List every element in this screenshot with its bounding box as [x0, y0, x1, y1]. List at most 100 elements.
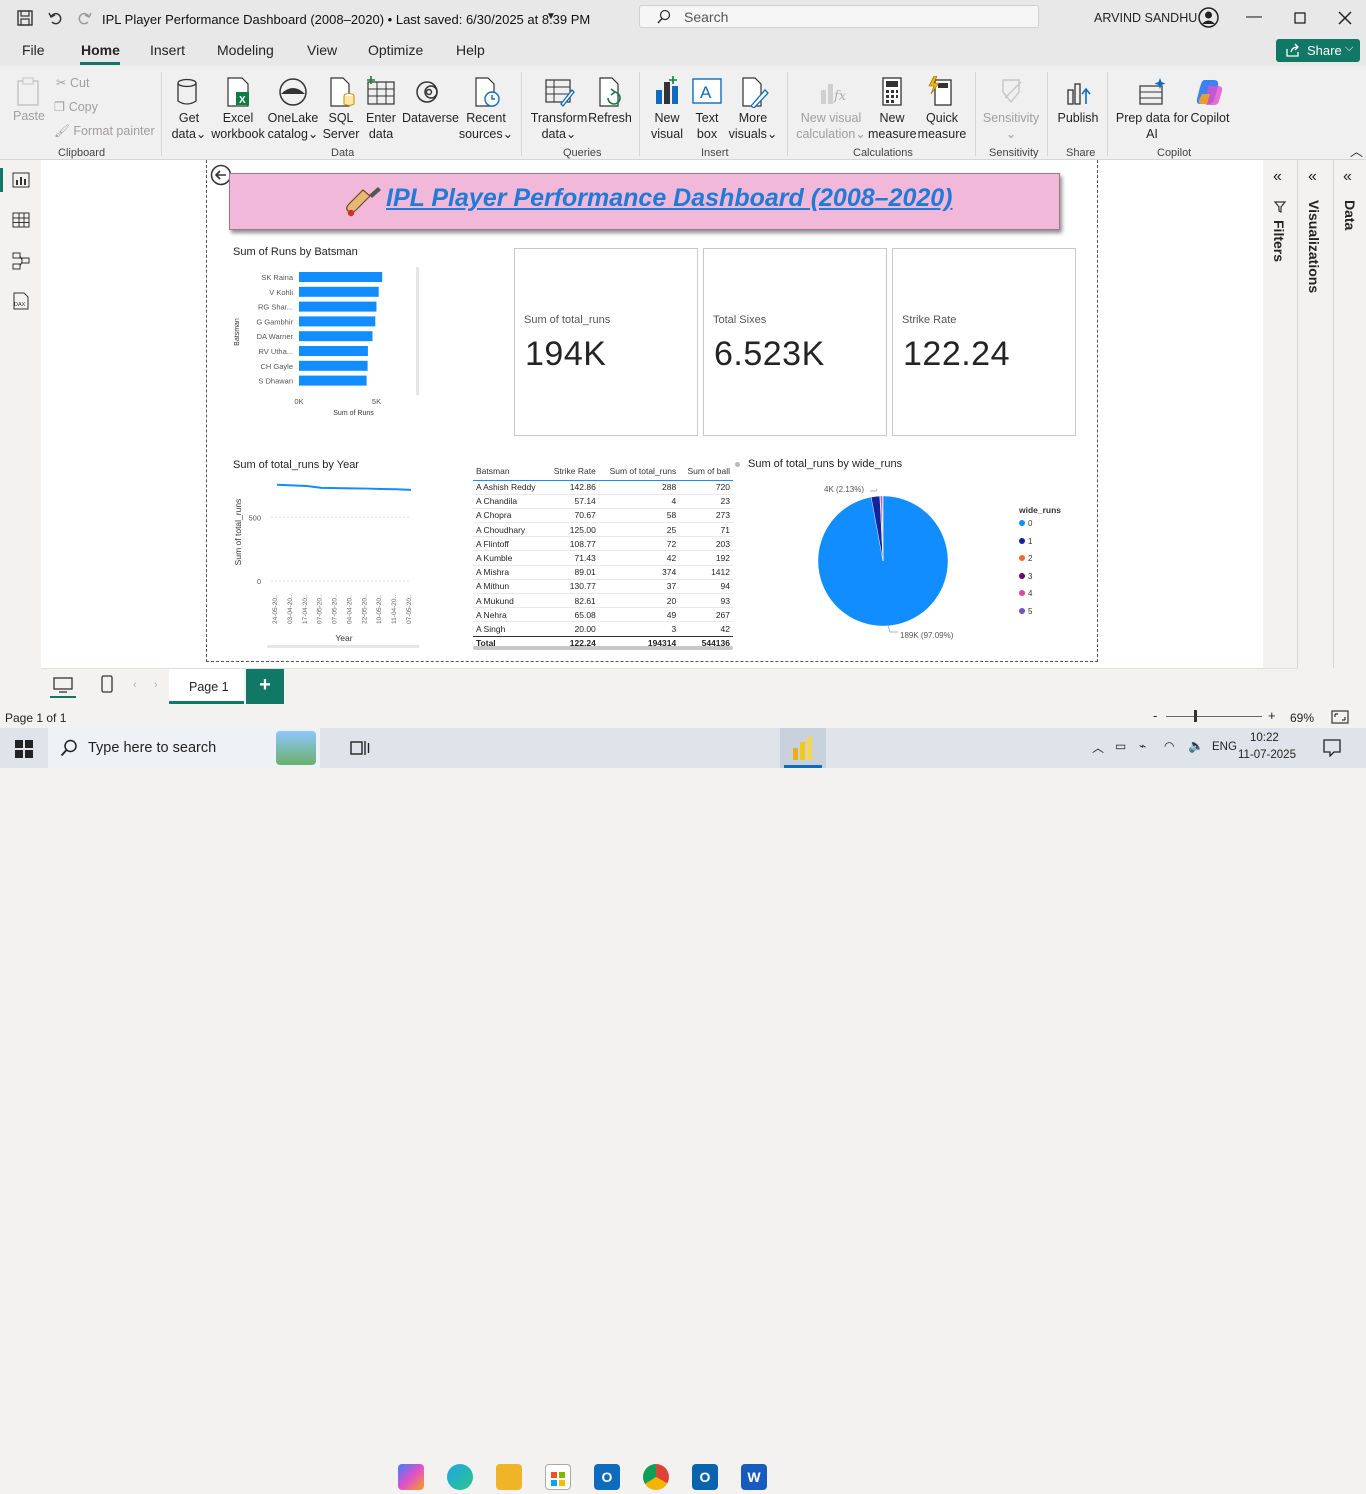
- battery-icon[interactable]: ⌁: [1139, 739, 1146, 753]
- word-icon[interactable]: W: [741, 1464, 767, 1490]
- title-dropdown-icon[interactable]: ▼: [546, 11, 556, 22]
- show-hidden-icons[interactable]: ︿: [1092, 739, 1104, 756]
- avatar[interactable]: [1198, 7, 1219, 28]
- legend-item[interactable]: 5: [1019, 607, 1061, 625]
- desktop-layout-icon[interactable]: [53, 677, 73, 693]
- cut-button[interactable]: ✂ Cut: [56, 75, 89, 91]
- paste-button[interactable]: Paste: [12, 76, 46, 124]
- format-painter-button[interactable]: 🖌 Format painter: [54, 123, 155, 139]
- table-view-icon[interactable]: [12, 212, 30, 228]
- bar[interactable]: [299, 375, 367, 386]
- copilot-taskbar-icon[interactable]: [398, 1464, 424, 1490]
- expand-data-icon[interactable]: «: [1343, 168, 1352, 186]
- dax-query-view-icon[interactable]: DAX: [12, 292, 30, 310]
- clock-time[interactable]: 10:22: [1250, 732, 1279, 744]
- menu-insert[interactable]: Insert: [150, 42, 185, 58]
- legend-item[interactable]: 3: [1019, 572, 1061, 590]
- new-visual-calculation-button[interactable]: fx New visual calculation⌄: [796, 76, 866, 142]
- next-page-icon[interactable]: ›: [154, 679, 158, 691]
- zoom-slider[interactable]: [1166, 716, 1262, 717]
- menu-modeling[interactable]: Modeling: [217, 42, 274, 58]
- meet-now-icon[interactable]: ▭: [1115, 739, 1126, 753]
- visualizations-pane-tab[interactable]: Visualizations: [1306, 200, 1322, 293]
- outlook-new-icon[interactable]: O: [594, 1464, 620, 1490]
- edge-icon[interactable]: [447, 1464, 473, 1490]
- wifi-icon[interactable]: ◠: [1164, 739, 1174, 753]
- bar-chart-scrollbar[interactable]: [416, 267, 419, 395]
- table-header[interactable]: Sum of total_runs: [598, 462, 680, 481]
- bar[interactable]: [299, 272, 383, 282]
- search-box[interactable]: Search: [639, 5, 1039, 28]
- model-view-icon[interactable]: [12, 252, 30, 270]
- zoom-level[interactable]: 69%: [1290, 711, 1314, 725]
- menu-help[interactable]: Help: [456, 42, 485, 58]
- pie-chart[interactable]: [800, 478, 970, 644]
- table-row[interactable]: A Chopra 70.67 58 273: [473, 507, 733, 523]
- kpi-card-total-runs[interactable]: Sum of total_runs 194K: [514, 248, 698, 436]
- table-row[interactable]: A Singh 20.00 3 42: [473, 621, 733, 637]
- table-scrollbar[interactable]: [473, 646, 733, 650]
- bar[interactable]: [299, 286, 379, 297]
- table-row[interactable]: A Flintoff 108.77 72 203: [473, 536, 733, 551]
- zoom-slider-thumb[interactable]: [1194, 710, 1197, 722]
- new-measure-button[interactable]: New measure: [868, 76, 917, 142]
- excel-workbook-button[interactable]: X Excel workbook: [210, 76, 266, 142]
- fit-to-page-icon[interactable]: [1331, 710, 1349, 724]
- table-row[interactable]: A Mishra 89.01 374 1412: [473, 564, 733, 580]
- kpi-card-total-sixes[interactable]: Total Sixes 6.523K: [703, 248, 887, 436]
- legend-item[interactable]: 1: [1019, 537, 1061, 555]
- table-header[interactable]: Batsman: [473, 462, 546, 481]
- close-icon[interactable]: [1338, 11, 1352, 25]
- filters-pane-tab[interactable]: Filters: [1271, 220, 1287, 262]
- notifications-icon[interactable]: [1323, 739, 1341, 757]
- more-visuals-button[interactable]: More visuals⌄: [728, 76, 778, 142]
- expand-visualizations-icon[interactable]: «: [1308, 168, 1317, 186]
- bar[interactable]: [299, 331, 373, 342]
- bar[interactable]: [299, 346, 368, 356]
- table-row[interactable]: A Ashish Reddy 142.86 288 720: [473, 479, 733, 495]
- recent-sources-button[interactable]: Recent sources⌄: [458, 76, 514, 142]
- zoom-in-icon[interactable]: +: [1268, 708, 1276, 723]
- table-header[interactable]: Strike Rate: [545, 462, 599, 481]
- bar[interactable]: [299, 301, 377, 312]
- onelake-catalog-button[interactable]: OneLake catalog⌄: [266, 76, 320, 142]
- bar-chart[interactable]: SK Raina V Kohli RG Shar... G Gambhir DA War…: [229, 262, 429, 422]
- menu-home[interactable]: Home: [81, 42, 120, 58]
- expand-filters-icon[interactable]: «: [1273, 168, 1282, 186]
- save-icon[interactable]: [16, 9, 34, 27]
- bar[interactable]: [299, 316, 376, 327]
- quick-measure-button[interactable]: Quick measure: [916, 75, 968, 142]
- sql-server-button[interactable]: SQL Server: [322, 76, 360, 142]
- taskbar-search[interactable]: Type here to search: [48, 728, 320, 768]
- windows-start-icon[interactable]: [15, 740, 33, 758]
- table-row[interactable]: A Mukund 82.61 20 93: [473, 592, 733, 608]
- dataverse-button[interactable]: Dataverse: [402, 76, 459, 126]
- menu-file[interactable]: File: [22, 42, 45, 58]
- language-indicator[interactable]: ENG: [1212, 741, 1237, 753]
- table-row[interactable]: A Kumble 71.43 42 192: [473, 550, 733, 566]
- table-row[interactable]: A Chandila 57.14 4 23: [473, 493, 733, 509]
- table-header[interactable]: Sum of ball: [679, 462, 733, 481]
- line-series[interactable]: [276, 483, 412, 491]
- minimize-icon[interactable]: —: [1246, 8, 1262, 26]
- task-view-icon[interactable]: [350, 739, 370, 757]
- redo-icon[interactable]: [76, 9, 94, 27]
- outlook-icon[interactable]: O: [692, 1464, 718, 1490]
- new-visual-button[interactable]: New visual: [648, 76, 686, 142]
- table-row[interactable]: A Mithun 130.77 37 94: [473, 578, 733, 594]
- prep-data-ai-button[interactable]: Prep data for AI: [1114, 76, 1190, 142]
- file-explorer-icon[interactable]: [496, 1464, 522, 1490]
- legend-item[interactable]: 2: [1019, 554, 1061, 572]
- table-row[interactable]: A Choudhary 125.00 25 71: [473, 522, 733, 537]
- publish-button[interactable]: Publish: [1056, 76, 1100, 126]
- get-data-button[interactable]: Get data⌄: [170, 76, 208, 142]
- undo-icon[interactable]: [46, 9, 64, 27]
- bar[interactable]: [299, 360, 368, 371]
- volume-icon[interactable]: 🔈: [1188, 738, 1204, 754]
- share-button[interactable]: Share ⌵: [1276, 39, 1360, 62]
- text-box-button[interactable]: A Text box: [690, 76, 724, 142]
- mobile-layout-icon[interactable]: [101, 675, 113, 693]
- clock-date[interactable]: 11-07-2025: [1238, 749, 1296, 761]
- transform-data-button[interactable]: Transform data⌄: [530, 76, 588, 142]
- copy-button[interactable]: ❐ Copy: [54, 99, 98, 115]
